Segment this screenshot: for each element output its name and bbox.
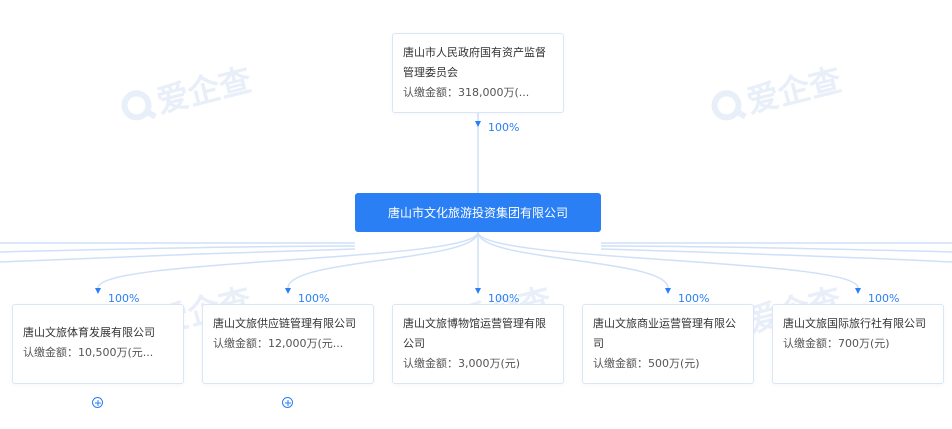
subsidiary-card-1[interactable]: 唐山文旅体育发展有限公司 认缴金额：10,500万(元... [12,304,184,384]
subsidiary-card-2[interactable]: 唐山文旅供应链管理有限公司 认缴金额：12,000万(元... [202,304,374,384]
subsidiary-card-5[interactable]: 唐山文旅国际旅行社有限公司 认缴金额：700万(元) [772,304,944,384]
arrow-down-icon [855,288,861,294]
subsidiary-name: 唐山文旅商业运营管理有限公司 [593,317,736,350]
watermark-text: 爱企查 [152,60,256,121]
shareholder-name: 唐山市人民政府国有资产监督管理委员会 [403,46,546,79]
subsidiary-name: 唐山文旅国际旅行社有限公司 [783,317,926,330]
subsidiary-card-4[interactable]: 唐山文旅商业运营管理有限公司 认缴金额：500万(元) [582,304,754,384]
subsidiary-amount: 认缴金额：700万(元) [783,337,890,350]
arrow-down-icon [475,121,481,127]
expand-plus-icon[interactable] [92,397,103,408]
branch-lines [97,231,859,289]
watermark-text: 爱企查 [742,60,846,121]
branch-line-4 [477,231,669,289]
fan-lines-right [600,242,952,263]
arrow-down-icon [475,288,481,294]
shareholder-amount: 认缴金额：318,000万(... [403,86,530,99]
equity-structure-canvas[interactable]: 爱企查 爱企查 爱企查 爱企查 爱企查 [0,0,952,429]
shareholder-card[interactable]: 唐山市人民政府国有资产监督管理委员会 认缴金额：318,000万(... [392,33,564,113]
subsidiary-name: 唐山文旅博物馆运营管理有限公司 [403,317,546,350]
magnifier-logo-icon [708,87,745,124]
watermark-logo: 爱企查 [116,55,255,132]
watermark-logo: 爱企查 [706,55,845,132]
subsidiary-amount: 认缴金额：10,500万(元... [23,346,154,359]
magnifier-logo-icon [118,87,155,124]
subsidiary-name: 唐山文旅体育发展有限公司 [23,326,155,339]
arrow-down-icon [285,288,291,294]
arrow-down-icon [665,288,671,294]
subsidiary-name: 唐山文旅供应链管理有限公司 [213,317,356,330]
expand-plus-icon[interactable] [282,397,293,408]
shareholder-percent: 100% [488,121,520,134]
branch-line-1 [97,231,479,289]
subsidiary-amount: 认缴金额：500万(元) [593,357,700,370]
company-name: 唐山市文化旅游投资集团有限公司 [387,206,568,220]
subsidiary-amount: 认缴金额：3,000万(元) [403,357,521,370]
arrow-down-icon [95,288,101,294]
fan-lines-left [0,242,356,263]
subsidiary-amount: 认缴金额：12,000万(元... [213,337,344,350]
branch-line-2 [287,231,479,289]
company-node[interactable]: 唐山市文化旅游投资集团有限公司 [355,193,601,232]
subsidiary-card-3[interactable]: 唐山文旅博物馆运营管理有限公司 认缴金额：3,000万(元) [392,304,564,384]
